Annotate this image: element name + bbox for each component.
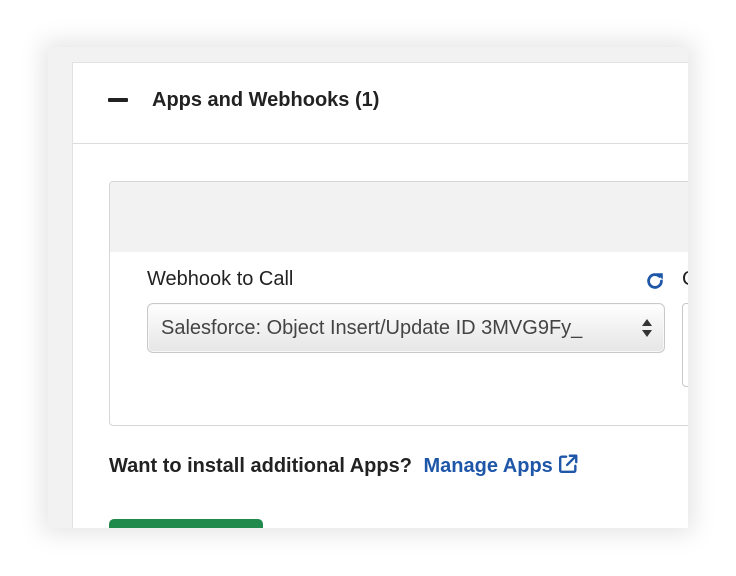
select-arrows-icon	[642, 319, 652, 337]
webhook-select[interactable]: Salesforce: Object Insert/Update ID 3MVG…	[147, 303, 665, 353]
card-header-bar	[110, 182, 688, 252]
external-link-icon[interactable]	[557, 453, 579, 475]
refresh-icon[interactable]	[644, 270, 666, 292]
webhook-to-call-label: Webhook to Call	[147, 268, 294, 290]
install-apps-row: Want to install additional Apps? Manage …	[109, 453, 579, 478]
panel-title: Apps and Webhooks (1)	[152, 89, 380, 111]
manage-apps-link-text: Manage Apps	[423, 455, 553, 477]
app-frame: Apps and Webhooks (1) Webhook to Call C …	[48, 47, 688, 528]
manage-apps-link[interactable]: Manage Apps	[423, 453, 579, 477]
webhook-select-value: Salesforce: Object Insert/Update ID 3MVG…	[161, 317, 583, 339]
minus-icon[interactable]	[108, 98, 128, 102]
panel-header[interactable]: Apps and Webhooks (1)	[73, 63, 688, 144]
webhook-card: Webhook to Call C Salesforce: Object Ins…	[109, 181, 688, 426]
primary-action-button[interactable]	[109, 519, 263, 528]
next-column-label: C	[682, 268, 688, 291]
adjacent-field-box[interactable]	[682, 303, 688, 387]
apps-webhooks-panel: Apps and Webhooks (1) Webhook to Call C …	[72, 62, 688, 528]
install-apps-prompt: Want to install additional Apps?	[109, 455, 412, 477]
